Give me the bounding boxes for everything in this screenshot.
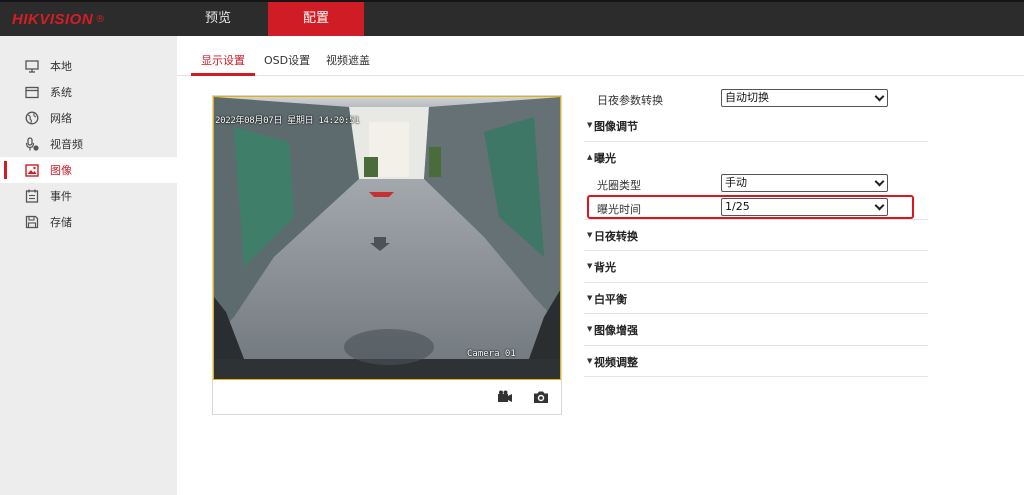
section-white-balance[interactable]: ▼ 白平衡 [584, 283, 928, 314]
sidebar-item-label: 存储 [50, 216, 72, 229]
tab-osd-settings[interactable]: OSD设置 [264, 52, 310, 68]
sidebar: 本地 系统 网络 视音频 图像 事件 存储 [0, 36, 177, 495]
chevron-down-icon: ▼ [587, 356, 593, 365]
hikvision-logo: HIKVISION ® [12, 9, 105, 29]
section-image-adjustment[interactable]: ▼ 图像调节 [584, 110, 928, 142]
disk-icon [24, 214, 40, 230]
sidebar-item-label: 事件 [50, 190, 72, 203]
exposure-time-row: 曝光时间 1/25 [584, 195, 928, 220]
osd-timestamp: 2022年08月07日 星期日 14:20:51 [215, 116, 360, 126]
select-value: 自动切换 [725, 91, 769, 104]
snapshot-button[interactable] [533, 390, 549, 404]
section-title: 曝光 [594, 151, 616, 165]
logo-text: HIKVISION [12, 10, 94, 28]
exposure-time-label: 曝光时间 [597, 202, 641, 216]
mic-icon [24, 136, 40, 152]
chevron-down-icon: ▼ [587, 230, 593, 239]
settings-tabs: 显示设置 OSD设置 视频遮盖 [177, 36, 1024, 76]
logo-registered-mark: ® [95, 13, 106, 25]
sidebar-item-local[interactable]: 本地 [0, 53, 177, 79]
section-title: 视频调整 [594, 355, 638, 369]
nav-preview[interactable]: 预览 [170, 2, 266, 36]
day-night-param-row: 日夜参数转换 自动切换 [584, 86, 928, 110]
chevron-down-icon [874, 176, 885, 186]
section-title: 图像调节 [594, 120, 638, 133]
osd-camera-name: Camera 01 [467, 349, 516, 359]
sidebar-item-storage[interactable]: 存储 [0, 209, 177, 235]
calendar-icon [24, 188, 40, 204]
corridor-scene [214, 97, 560, 379]
select-value: 手动 [725, 175, 747, 189]
day-night-param-select[interactable]: 自动切换 [721, 89, 888, 107]
sidebar-item-label: 网络 [50, 112, 72, 125]
sidebar-item-label: 视音频 [50, 138, 83, 151]
sidebar-item-system[interactable]: 系统 [0, 79, 177, 105]
section-day-night-switch[interactable]: ▼ 日夜转换 [584, 220, 928, 251]
system-icon [24, 84, 40, 100]
chevron-down-icon: ▼ [587, 121, 593, 129]
iris-type-row: 光圈类型 手动 [584, 171, 928, 195]
section-backlight[interactable]: ▼ 背光 [584, 251, 928, 283]
camera-icon [533, 391, 549, 407]
section-image-enhancement[interactable]: ▼ 图像增强 [584, 314, 928, 346]
image-icon [24, 162, 40, 178]
monitor-icon [24, 58, 40, 74]
section-title: 图像增强 [594, 324, 638, 337]
section-title: 日夜转换 [594, 229, 638, 243]
globe-icon [24, 110, 40, 126]
tab-display-settings[interactable]: 显示设置 [201, 52, 245, 68]
sidebar-item-label: 图像 [50, 164, 72, 177]
sidebar-item-label: 本地 [50, 60, 72, 73]
chevron-up-icon: ▲ [587, 152, 593, 161]
top-bar: HIKVISION ® 预览 配置 [0, 0, 1024, 36]
sidebar-item-label: 系统 [50, 86, 72, 99]
section-video-adjustment[interactable]: ▼ 视频调整 [584, 346, 928, 377]
section-title: 背光 [594, 261, 616, 274]
video-camera-icon [497, 390, 513, 407]
record-button[interactable] [497, 390, 513, 404]
chevron-down-icon: ▼ [587, 325, 593, 333]
section-title: 白平衡 [594, 292, 627, 306]
main-nav: 预览 配置 [170, 2, 364, 36]
section-exposure[interactable]: ▲ 曝光 [584, 142, 928, 171]
select-value: 1/25 [725, 199, 750, 213]
iris-type-label: 光圈类型 [597, 178, 641, 192]
chevron-down-icon [874, 91, 885, 102]
image-settings-panel: 日夜参数转换 自动切换 ▼ 图像调节 ▲ 曝光 光圈类型 手动 曝光时间 1/2… [584, 86, 928, 377]
sidebar-item-event[interactable]: 事件 [0, 183, 177, 209]
sidebar-item-audio-video[interactable]: 视音频 [0, 131, 177, 157]
day-night-param-label: 日夜参数转换 [597, 94, 663, 107]
exposure-time-select[interactable]: 1/25 [721, 197, 888, 216]
sidebar-item-image[interactable]: 图像 [0, 157, 177, 183]
chevron-down-icon: ▼ [587, 293, 593, 302]
live-video-frame[interactable]: 2022年08月07日 星期日 14:20:51 Camera 01 [213, 96, 561, 380]
tab-privacy-mask[interactable]: 视频遮盖 [326, 52, 370, 68]
video-toolbar [213, 380, 561, 414]
live-preview-panel: 2022年08月07日 星期日 14:20:51 Camera 01 [212, 95, 562, 415]
sidebar-item-network[interactable]: 网络 [0, 105, 177, 131]
chevron-down-icon [874, 200, 885, 210]
active-tab-underline [191, 73, 255, 76]
chevron-down-icon: ▼ [587, 262, 593, 270]
iris-type-select[interactable]: 手动 [721, 173, 888, 192]
nav-configuration[interactable]: 配置 [268, 2, 364, 36]
